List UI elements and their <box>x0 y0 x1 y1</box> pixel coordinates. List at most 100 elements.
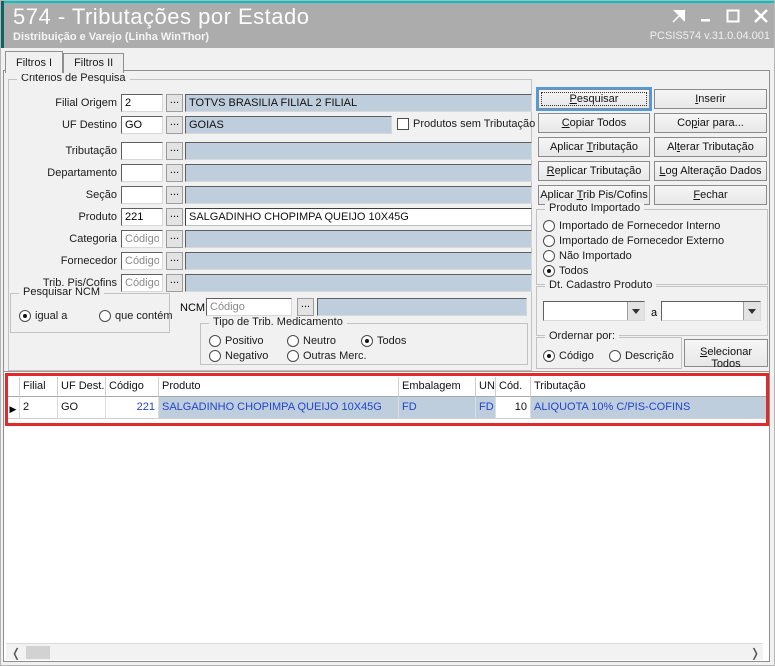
ordenar-por-groupbox: Ordernar por: Código Descrição <box>536 330 682 369</box>
radio-que-contem[interactable]: que contém <box>99 309 172 322</box>
radio-nao-importado-icon <box>543 249 555 262</box>
copiar-todos-button[interactable]: Copiar Todos <box>538 113 650 133</box>
secao-input[interactable] <box>121 186 163 204</box>
tab-filtros-ii[interactable]: Filtros II <box>63 53 125 73</box>
dt-cadastro-to-combobox[interactable] <box>661 301 761 321</box>
radio-todos-importado[interactable]: Todos <box>543 264 588 277</box>
trib-pis-cofins-browse-button[interactable]: ... <box>166 274 183 292</box>
field-row-secao: Seção ... <box>9 186 532 204</box>
radio-igual-a[interactable]: igual a <box>19 309 67 322</box>
fornecedor-input[interactable] <box>121 252 163 270</box>
departamento-browse-button[interactable]: ... <box>166 164 183 182</box>
results-grid: Filial UF Dest. Código Produto Embalagem… <box>7 377 769 419</box>
app-window: 574 - Tributações por Estado Distribuiçã… <box>0 0 775 666</box>
pesquisar-ncm-label: Pesquisar NCM <box>19 286 105 298</box>
categoria-input[interactable] <box>121 230 163 248</box>
radio-todos-med[interactable]: Todos <box>361 334 406 347</box>
radio-nao-importado[interactable]: Não Importado <box>543 249 632 262</box>
current-row-arrow-icon: ▶ <box>9 404 17 414</box>
chevron-down-icon <box>632 308 640 314</box>
window-title: 574 - Tributações por Estado <box>13 4 310 29</box>
uf-destino-input[interactable] <box>121 116 163 134</box>
dt-from-dropdown-button[interactable] <box>627 302 644 320</box>
minimize-icon[interactable] <box>700 9 712 23</box>
filial-origem-display: TOTVS BRASILIA FILIAL 2 FILIAL <box>185 94 532 112</box>
uf-destino-browse-button[interactable]: ... <box>166 116 183 134</box>
selecionar-todos-button[interactable]: Selecionar Todos <box>684 339 768 370</box>
uf-destino-display: GOIAS <box>185 116 392 134</box>
fechar-button[interactable]: Fechar <box>654 185 767 205</box>
tributacao-input[interactable] <box>121 142 163 160</box>
filial-origem-input[interactable] <box>121 94 163 112</box>
radio-ordenar-codigo[interactable]: Código <box>543 349 594 362</box>
dt-cadastro-from-combobox[interactable] <box>543 301 645 321</box>
maximize-icon[interactable] <box>726 9 740 23</box>
grid-header-row: Filial UF Dest. Código Produto Embalagem… <box>7 377 769 397</box>
col-codigo: Código <box>106 377 159 397</box>
version-label: PCSIS574 v.31.0.04.001 <box>649 30 770 42</box>
replicar-tributacao-button[interactable]: Replicar Tributação <box>538 161 650 181</box>
uf-destino-label: UF Destino <box>61 119 117 131</box>
field-row-departamento: Departamento ... <box>9 164 532 182</box>
ncm-input[interactable] <box>206 298 292 316</box>
radio-outras-merc-icon <box>287 349 299 362</box>
ncm-browse-button[interactable]: ... <box>297 298 314 316</box>
radio-positivo[interactable]: Positivo <box>209 334 264 347</box>
categoria-browse-button[interactable]: ... <box>166 230 183 248</box>
dt-cadastro-separator: a <box>651 307 658 319</box>
produtos-sem-tributacao-checkbox[interactable] <box>397 118 409 130</box>
ordenar-por-label: Ordernar por: <box>545 330 620 342</box>
tributacao-browse-button[interactable]: ... <box>166 142 183 160</box>
close-icon[interactable] <box>754 9 768 23</box>
field-row-filial-origem: Filial Origem ... TOTVS BRASILIA FILIAL … <box>9 94 532 112</box>
departamento-input[interactable] <box>121 164 163 182</box>
cell-cod: 10 <box>496 397 531 419</box>
departamento-display <box>185 164 532 182</box>
radio-neutro[interactable]: Neutro <box>287 334 336 347</box>
dt-cadastro-groupbox: Dt. Cadastro Produto a <box>536 279 768 336</box>
tab-filtros-i[interactable]: Filtros I <box>5 51 64 74</box>
inserir-button[interactable]: Inserir <box>654 89 767 109</box>
radio-ordenar-descricao[interactable]: Descrição <box>609 349 674 362</box>
radio-negativo[interactable]: Negativo <box>209 349 268 362</box>
field-row-uf-destino: UF Destino ... GOIAS Produtos sem Tribut… <box>9 116 535 134</box>
col-tributacao: Tributação <box>531 377 769 397</box>
scroll-right-icon[interactable]: ❭ <box>747 645 763 660</box>
produto-importado-label: Produto Importado <box>545 202 645 214</box>
filial-origem-browse-button[interactable]: ... <box>166 94 183 112</box>
col-uf-dest: UF Dest. <box>58 377 106 397</box>
pesquisar-button[interactable]: Pesquisar <box>538 89 650 109</box>
departamento-label: Departamento <box>47 167 117 179</box>
copiar-para-button[interactable]: Copiar para... <box>654 113 767 133</box>
radio-outras-merc[interactable]: Outras Merc. <box>287 349 367 362</box>
trib-pis-cofins-input[interactable] <box>121 274 163 292</box>
fornecedor-display <box>185 252 532 270</box>
produto-display: SALGADINHO CHOPIMPA QUEIJO 10X45G <box>185 208 532 226</box>
produto-input[interactable] <box>121 208 163 226</box>
secao-browse-button[interactable]: ... <box>166 186 183 204</box>
ncm-field-label: NCM <box>180 302 206 314</box>
cell-tributacao: ALIQUOTA 10% C/PIS-COFINS <box>531 397 769 419</box>
table-row[interactable]: ▶ 2 GO 221 SALGADINHO CHOPIMPA QUEIJO 10… <box>7 397 769 419</box>
radio-importado-externo[interactable]: Importado de Fornecedor Externo <box>543 234 724 247</box>
radio-ordenar-descricao-icon <box>609 349 621 362</box>
rollup-icon[interactable] <box>672 9 686 23</box>
alterar-tributacao-button[interactable]: Alterar Tributação <box>654 137 767 157</box>
cell-produto: SALGADINHO CHOPIMPA QUEIJO 10X45G <box>159 397 399 419</box>
dt-to-dropdown-button[interactable] <box>743 302 760 320</box>
radio-neutro-icon <box>287 334 299 347</box>
tributacao-label: Tributação <box>65 145 117 157</box>
title-bar[interactable]: 574 - Tributações por Estado Distribuiçã… <box>1 1 774 48</box>
log-alteracao-dados-button[interactable]: Log Alteração Dados <box>654 161 767 181</box>
cell-un: FD <box>476 397 496 419</box>
produto-browse-button[interactable]: ... <box>166 208 183 226</box>
filial-origem-label: Filial Origem <box>55 97 117 109</box>
fornecedor-browse-button[interactable]: ... <box>166 252 183 270</box>
horizontal-scrollbar[interactable]: ❬ ❭ <box>6 643 763 660</box>
fornecedor-label: Fornecedor <box>60 255 117 267</box>
produto-label: Produto <box>78 211 117 223</box>
scrollbar-thumb[interactable] <box>26 646 50 659</box>
aplicar-tributacao-button[interactable]: Aplicar Tributação <box>538 137 650 157</box>
radio-importado-interno[interactable]: Importado de Fornecedor Interno <box>543 219 720 232</box>
scroll-left-icon[interactable]: ❬ <box>8 645 24 660</box>
